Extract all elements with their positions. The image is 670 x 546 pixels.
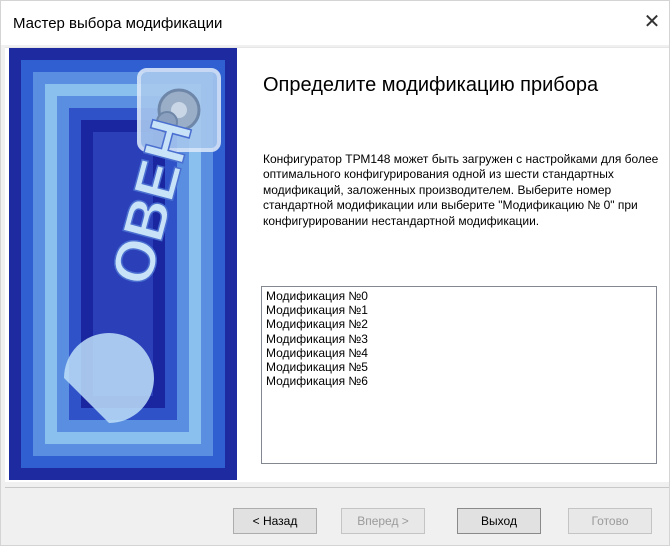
page-description: Конфигуратор ТРМ148 может быть загружен … (263, 152, 659, 228)
page-heading: Определите модификацию прибора (263, 74, 599, 96)
list-item[interactable]: Модификация №4 (264, 346, 656, 360)
footer-separator (5, 487, 669, 488)
exit-button[interactable]: Выход (457, 508, 541, 534)
title-bar: Мастер выбора модификации ✕ (1, 1, 669, 45)
wizard-window: Мастер выбора модификации ✕ ОВЕН Определ… (0, 0, 670, 546)
wizard-page: ОВЕН Определите модификацию прибора Конф… (5, 47, 669, 482)
banner-graphic: ОВЕН (9, 48, 237, 480)
finish-button[interactable]: Готово (568, 508, 652, 534)
list-item[interactable]: Модификация №6 (264, 374, 656, 388)
modification-listbox[interactable]: Модификация №0 Модификация №1 Модификаци… (261, 286, 657, 464)
list-item[interactable]: Модификация №5 (264, 360, 656, 374)
close-icon[interactable]: ✕ (637, 7, 667, 37)
back-button[interactable]: < Назад (233, 508, 317, 534)
list-item[interactable]: Модификация №2 (264, 317, 656, 331)
window-title: Мастер выбора модификации (13, 15, 223, 32)
list-item[interactable]: Модификация №3 (264, 332, 656, 346)
list-item[interactable]: Модификация №0 (264, 289, 656, 303)
list-item[interactable]: Модификация №1 (264, 303, 656, 317)
wizard-banner-image: ОВЕН (9, 48, 237, 480)
next-button[interactable]: Вперед > (341, 508, 425, 534)
